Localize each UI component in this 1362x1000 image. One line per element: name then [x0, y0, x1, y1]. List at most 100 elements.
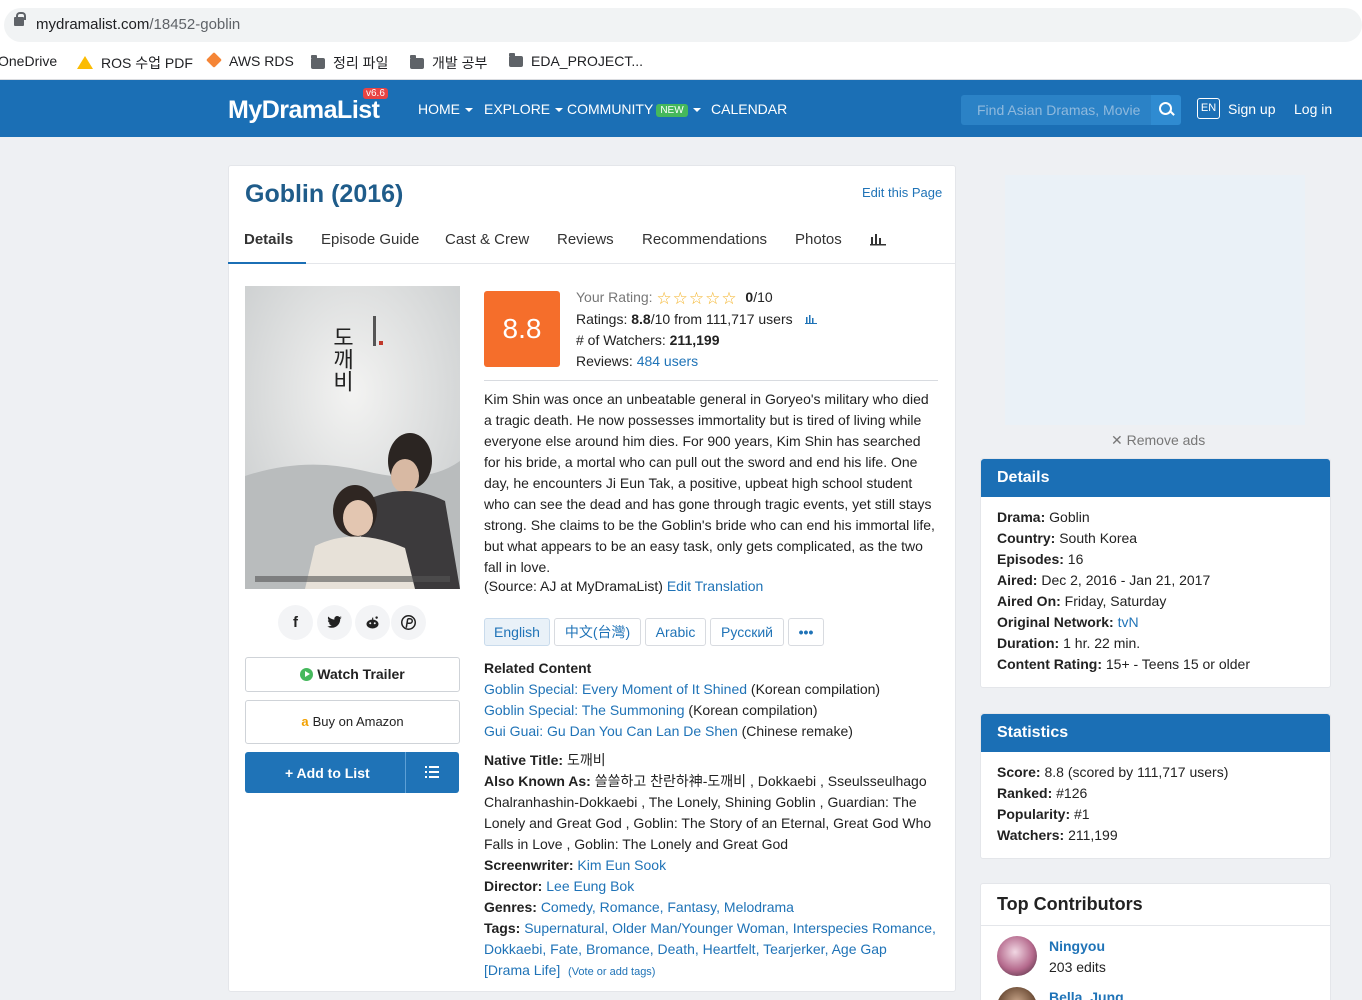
bookmarks-bar: OneDrive ROS 수업 PDF AWS RDS 정리 파일 개발 공부 …: [0, 44, 1362, 80]
drama-poster[interactable]: 도깨비: [245, 286, 460, 589]
lang-tab-russian[interactable]: Русский: [710, 618, 784, 646]
bookmark-aws-rds[interactable]: AWS RDS: [206, 52, 294, 69]
signup-link[interactable]: Sign up: [1228, 101, 1275, 117]
details-row: Drama: Goblin: [997, 509, 1090, 525]
related-link[interactable]: Goblin Special: The Summoning: [484, 702, 685, 718]
related-content-heading: Related Content: [484, 660, 592, 676]
tab-recommendations[interactable]: Recommendations: [642, 231, 767, 248]
login-link[interactable]: Log in: [1294, 101, 1332, 117]
language-button[interactable]: EN: [1197, 98, 1220, 119]
bar-chart-icon[interactable]: [804, 314, 817, 324]
lang-tab-arabic[interactable]: Arabic: [645, 618, 706, 646]
details-card: Details Drama: Goblin Country: South Kor…: [980, 458, 1331, 688]
details-row: Original Network: tvN: [997, 614, 1139, 630]
stat-row: Ranked: #126: [997, 785, 1088, 801]
vote-tags-link[interactable]: (Vote or add tags): [568, 966, 655, 978]
synopsis-source: (Source: AJ at MyDramaList) Edit Transla…: [484, 578, 764, 594]
play-icon: [300, 668, 314, 681]
chevron-down-icon: [692, 108, 701, 112]
stat-row: Score: 8.8 (scored by 111,717 users): [997, 764, 1229, 780]
bookmark-ros-pdf[interactable]: ROS 수업 PDF: [77, 53, 193, 73]
lang-tab-english[interactable]: English: [484, 618, 550, 646]
top-contributors-card: Top Contributors: [980, 883, 1331, 1000]
tab-reviews[interactable]: Reviews: [557, 231, 614, 248]
contributor-edits: 203 edits: [1049, 959, 1106, 975]
pinterest-icon[interactable]: [391, 605, 426, 640]
browser-address-bar: mydramalist.com/18452-goblin: [0, 0, 1362, 44]
nav-calendar[interactable]: CALENDAR: [711, 101, 787, 117]
edit-translation-link[interactable]: Edit Translation: [667, 578, 764, 594]
tags-row: Tags: Supernatural, Older Man/Younger Wo…: [484, 920, 936, 978]
stat-row: Popularity: #1: [997, 806, 1090, 822]
related-link[interactable]: Goblin Special: Every Moment of It Shine…: [484, 681, 747, 697]
facebook-icon[interactable]: f: [278, 605, 313, 640]
reviews-link[interactable]: 484 users: [637, 353, 698, 369]
edit-page-link[interactable]: Edit this Page: [862, 185, 942, 200]
contributor-name[interactable]: Ningyou: [1049, 938, 1105, 954]
chevron-down-icon: [465, 108, 473, 112]
ad-placeholder: [1005, 175, 1305, 425]
bookmark-folder-notes[interactable]: 정리 파일: [311, 53, 388, 73]
stat-row: Watchers: 211,199: [997, 827, 1118, 843]
google-drive-icon: [77, 56, 93, 69]
score-box: 8.8: [484, 291, 560, 367]
statistics-list: Score: 8.8 (scored by 111,717 users) Ran…: [981, 752, 1330, 856]
details-row: Episodes: 16: [997, 551, 1084, 567]
url-text[interactable]: mydramalist.com/18452-goblin: [36, 16, 240, 33]
genres-row: Genres: Comedy, Romance, Fantasy, Melodr…: [484, 899, 794, 915]
site-logo[interactable]: MyDramaList: [228, 96, 380, 125]
nav-home[interactable]: HOME: [418, 101, 473, 117]
folder-icon: [509, 53, 523, 67]
details-row: Aired On: Friday, Saturday: [997, 593, 1167, 609]
screenwriter-link[interactable]: Kim Eun Sook: [577, 857, 666, 873]
search-input[interactable]: Find Asian Dramas, Movie: [961, 95, 1151, 125]
buy-amazon-button[interactable]: a Buy on Amazon: [245, 700, 460, 744]
top-contributors-heading: Top Contributors: [981, 884, 1330, 926]
details-row: Content Rating: 15+ - Teens 15 or older: [997, 656, 1250, 672]
twitter-icon[interactable]: [317, 605, 352, 640]
bookmark-folder-eda[interactable]: EDA_PROJECT...: [509, 53, 643, 69]
avatar[interactable]: [997, 936, 1037, 976]
folder-icon: [410, 55, 424, 69]
tab-photos[interactable]: Photos: [795, 231, 842, 248]
list-icon[interactable]: [425, 766, 439, 778]
nav-explore[interactable]: EXPLORE: [484, 101, 564, 117]
watch-trailer-button[interactable]: Watch Trailer: [245, 657, 460, 692]
search-icon[interactable]: [1151, 95, 1181, 125]
tab-details[interactable]: Details: [244, 231, 293, 248]
bookmark-onedrive[interactable]: OneDrive: [0, 53, 57, 69]
star-rating-icon[interactable]: ☆☆☆☆☆: [656, 289, 737, 308]
tab-episode-guide[interactable]: Episode Guide: [321, 231, 419, 248]
active-tab-indicator: [228, 262, 306, 264]
amazon-icon: a: [301, 714, 309, 729]
add-to-list-button[interactable]: + Add to List: [245, 752, 459, 793]
details-row: Aired: Dec 2, 2016 - Jan 21, 2017: [997, 572, 1211, 588]
lock-icon[interactable]: [14, 12, 26, 26]
poster-artwork: 도깨비: [245, 286, 460, 589]
statistics-heading: Statistics: [981, 714, 1330, 752]
ratings-summary: Ratings: 8.8/10 from 111,717 users: [576, 311, 817, 327]
lang-tab-chinese[interactable]: 中文(台灣): [554, 618, 641, 646]
contributor-name[interactable]: Bella_Jung: [1049, 989, 1124, 1000]
bookmark-folder-dev[interactable]: 개발 공부: [410, 53, 487, 73]
genre-links[interactable]: Comedy, Romance, Fantasy, Melodrama: [541, 899, 794, 915]
new-badge: NEW: [656, 104, 688, 117]
synopsis: Kim Shin was once an unbeatable general …: [484, 391, 935, 575]
your-rating[interactable]: Your Rating: ☆☆☆☆☆ 0/10: [576, 289, 773, 309]
more-languages-button[interactable]: •••: [788, 618, 824, 646]
nav-community[interactable]: COMMUNITY NEW: [567, 101, 701, 117]
screenwriter-row: Screenwriter: Kim Eun Sook: [484, 857, 667, 873]
add-to-list-label: + Add to List: [285, 765, 370, 781]
director-link[interactable]: Lee Eung Bok: [546, 878, 634, 894]
page-title: Goblin (2016): [245, 180, 404, 208]
reddit-icon[interactable]: [355, 605, 390, 640]
poster-title: 도깨비: [329, 326, 354, 392]
related-link[interactable]: Gui Guai: Gu Dan You Can Lan De Shen: [484, 723, 738, 739]
director-row: Director: Lee Eung Bok: [484, 878, 635, 894]
bar-chart-icon[interactable]: [870, 232, 886, 246]
tab-cast-crew[interactable]: Cast & Crew: [445, 231, 529, 248]
network-link[interactable]: tvN: [1118, 614, 1139, 630]
remove-ads-link[interactable]: ✕ Remove ads: [1111, 432, 1205, 449]
reviews-count: Reviews: 484 users: [576, 353, 699, 369]
tag-links[interactable]: Supernatural, Older Man/Younger Woman, I…: [484, 920, 936, 978]
